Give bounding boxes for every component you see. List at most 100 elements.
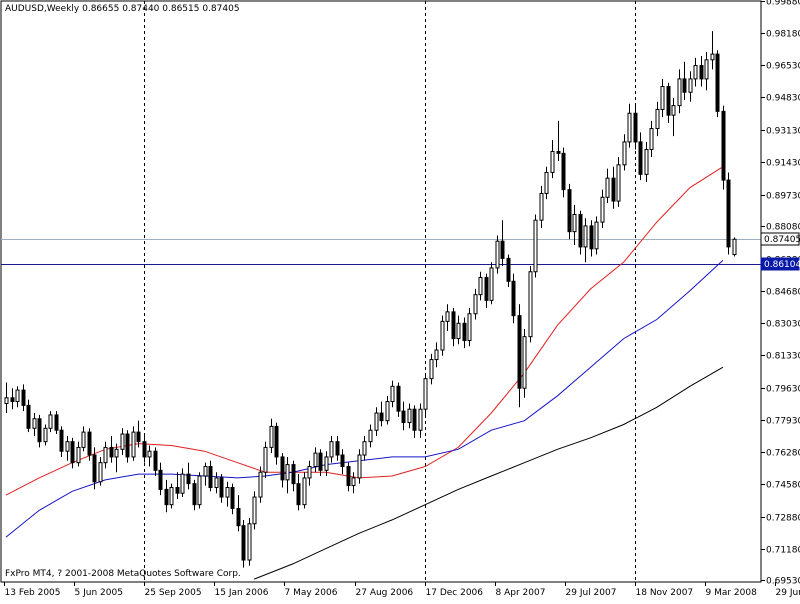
bull-candle bbox=[457, 323, 460, 338]
bull-candle bbox=[705, 60, 708, 79]
bear-candle bbox=[143, 442, 146, 457]
bear-candle bbox=[55, 415, 58, 430]
bear-candle bbox=[634, 113, 637, 142]
bull-candle bbox=[523, 337, 526, 389]
bull-candle bbox=[419, 409, 422, 430]
bull-candle bbox=[733, 239, 736, 254]
x-tick-label: 25 Sep 2005 bbox=[145, 588, 202, 598]
bull-candle bbox=[601, 197, 604, 222]
bear-candle bbox=[187, 474, 190, 484]
bull-candle bbox=[424, 379, 427, 410]
bull-candle bbox=[330, 442, 333, 457]
x-tick-label: 18 Nov 2007 bbox=[636, 588, 694, 598]
x-tick-label: 7 May 2006 bbox=[285, 588, 338, 598]
bull-candle bbox=[534, 220, 537, 272]
bull-candle bbox=[16, 390, 19, 401]
bull-candle bbox=[308, 466, 311, 477]
bull-candle bbox=[115, 449, 118, 457]
bear-candle bbox=[716, 54, 719, 111]
bull-candle bbox=[551, 151, 554, 172]
bear-candle bbox=[11, 398, 14, 402]
bull-candle bbox=[689, 79, 692, 92]
bull-candle bbox=[678, 79, 681, 106]
y-tick-label: 0.84680 bbox=[766, 288, 800, 298]
bull-candle bbox=[104, 447, 107, 462]
bull-candle bbox=[352, 478, 355, 486]
price-tag-label: 0.86104 bbox=[764, 260, 800, 270]
y-tick-label: 0.88080 bbox=[766, 223, 800, 233]
bear-candle bbox=[237, 508, 240, 525]
bull-candle bbox=[226, 487, 229, 497]
x-tick-label: 5 Jun 2005 bbox=[75, 588, 123, 598]
bear-candle bbox=[727, 180, 730, 247]
bear-candle bbox=[176, 487, 179, 493]
bear-candle bbox=[242, 526, 245, 560]
y-tick-label: 0.98180 bbox=[766, 30, 800, 40]
y-tick-label: 0.72880 bbox=[766, 514, 800, 524]
bull-candle bbox=[490, 268, 493, 300]
bull-candle bbox=[363, 442, 366, 455]
bear-candle bbox=[700, 66, 703, 79]
bear-candle bbox=[93, 455, 96, 482]
bear-candle bbox=[485, 277, 488, 300]
bull-candle bbox=[77, 447, 80, 462]
bull-candle bbox=[148, 451, 151, 457]
bull-candle bbox=[474, 295, 477, 314]
y-tick-label: 0.96530 bbox=[766, 62, 800, 72]
bear-candle bbox=[137, 432, 140, 442]
y-tick-label: 0.81330 bbox=[766, 352, 800, 362]
y-tick-label: 0.77930 bbox=[766, 417, 800, 427]
bear-candle bbox=[612, 178, 615, 201]
x-tick-label: 17 Dec 2006 bbox=[426, 588, 484, 598]
bear-candle bbox=[347, 466, 350, 485]
bull-candle bbox=[672, 106, 675, 116]
bull-candle bbox=[479, 277, 482, 294]
bull-candle bbox=[650, 129, 653, 150]
bull-candle bbox=[496, 241, 499, 268]
bull-candle bbox=[545, 172, 548, 193]
bear-candle bbox=[319, 453, 322, 470]
bull-candle bbox=[286, 465, 289, 480]
bear-candle bbox=[281, 457, 284, 480]
bull-candle bbox=[540, 193, 543, 220]
bull-candle bbox=[66, 442, 69, 452]
copyright-text: FxPro MT4, ? 2001-2008 MetaQuotes Softwa… bbox=[5, 569, 241, 579]
x-tick-label: 27 Aug 2006 bbox=[356, 588, 414, 598]
bull-candle bbox=[5, 398, 8, 404]
bear-candle bbox=[341, 455, 344, 466]
bull-candle bbox=[270, 426, 273, 447]
bear-candle bbox=[165, 489, 168, 504]
bear-candle bbox=[336, 442, 339, 455]
bear-candle bbox=[562, 153, 565, 189]
bull-candle bbox=[204, 466, 207, 476]
y-tick-label: 0.89730 bbox=[766, 192, 800, 202]
bull-candle bbox=[303, 478, 306, 505]
chart-title: AUDUSD,Weekly 0.86655 0.87440 0.86515 0.… bbox=[5, 4, 240, 14]
bull-candle bbox=[358, 455, 361, 478]
bull-candle bbox=[253, 497, 256, 524]
bull-candle bbox=[573, 214, 576, 231]
y-tick-label: 0.99880 bbox=[766, 0, 800, 8]
bear-candle bbox=[27, 405, 30, 428]
bull-candle bbox=[391, 386, 394, 401]
bull-candle bbox=[132, 432, 135, 457]
bear-candle bbox=[38, 419, 41, 442]
bear-candle bbox=[220, 478, 223, 497]
bear-candle bbox=[501, 241, 504, 258]
bull-candle bbox=[386, 402, 389, 421]
y-tick-label: 0.83030 bbox=[766, 320, 800, 330]
x-tick-label: 29 Jun 2008 bbox=[776, 588, 800, 598]
x-tick-label: 15 Jan 2006 bbox=[215, 588, 269, 598]
y-tick-label: 0.94830 bbox=[766, 94, 800, 104]
bull-candle bbox=[595, 222, 598, 249]
bear-candle bbox=[159, 470, 162, 489]
bear-candle bbox=[154, 451, 157, 470]
bull-candle bbox=[314, 453, 317, 466]
bull-candle bbox=[181, 474, 184, 493]
y-tick-label: 0.79630 bbox=[766, 385, 800, 395]
bull-candle bbox=[628, 113, 631, 142]
y-tick-label: 0.71180 bbox=[766, 546, 800, 556]
bull-candle bbox=[645, 150, 648, 175]
bull-candle bbox=[435, 350, 438, 360]
bull-candle bbox=[248, 524, 251, 560]
